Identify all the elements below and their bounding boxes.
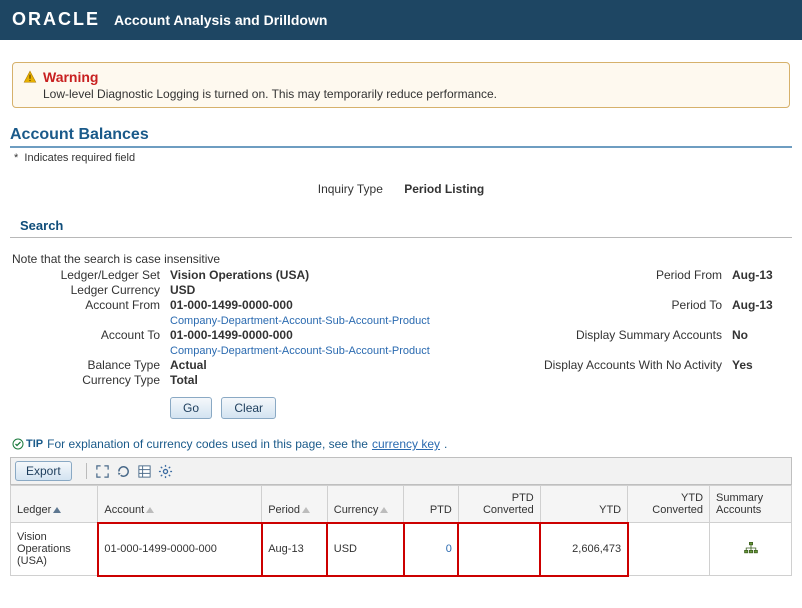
- cell-period: Aug-13: [262, 523, 328, 576]
- hierarchy-icon[interactable]: [743, 546, 759, 558]
- search-case-note: Note that the search is case insensitive: [12, 252, 792, 266]
- tip-row: TIP For explanation of currency codes us…: [12, 437, 792, 451]
- toolbar-separator: [86, 463, 87, 479]
- tip-text: For explanation of currency codes used i…: [47, 437, 368, 451]
- account-from-value: 01-000-1499-0000-000: [170, 298, 470, 312]
- tip-badge-text: TIP: [26, 438, 43, 450]
- cell-ptd[interactable]: 0: [404, 523, 459, 576]
- col-ytd[interactable]: YTD: [540, 486, 627, 523]
- col-summary[interactable]: Summary Accounts: [710, 486, 792, 523]
- tip-badge: TIP: [12, 438, 43, 450]
- go-button[interactable]: Go: [170, 397, 212, 419]
- sort-icon: [146, 507, 154, 513]
- table-row: Vision Operations (USA) 01-000-1499-0000…: [11, 523, 792, 576]
- required-note-text: Indicates required field: [24, 152, 135, 164]
- oracle-logo: ORACLE: [12, 9, 100, 30]
- ledger-currency-label: Ledger Currency: [10, 283, 160, 297]
- col-currency[interactable]: Currency: [327, 486, 403, 523]
- content-area: Warning Low-level Diagnostic Logging is …: [0, 40, 802, 586]
- cell-account: 01-000-1499-0000-000: [98, 523, 262, 576]
- sort-icon: [302, 507, 310, 513]
- inquiry-type-label: Inquiry Type: [318, 182, 383, 196]
- display-noactivity-label: Display Accounts With No Activity: [502, 358, 722, 372]
- gear-icon[interactable]: [158, 464, 173, 479]
- period-to-value: Aug-13: [732, 298, 792, 312]
- warning-box: Warning Low-level Diagnostic Logging is …: [12, 62, 790, 108]
- inquiry-type-value: Period Listing: [404, 182, 484, 196]
- period-to-label: Period To: [502, 298, 722, 312]
- col-ptd[interactable]: PTD: [404, 486, 459, 523]
- table-header-row: Ledger Account Period Currency PTD PTD C…: [11, 486, 792, 523]
- currency-key-link[interactable]: currency key: [372, 437, 440, 451]
- balance-type-label: Balance Type: [10, 358, 160, 372]
- export-button[interactable]: Export: [15, 461, 72, 481]
- sort-asc-icon: [53, 507, 61, 513]
- currency-type-label: Currency Type: [10, 373, 160, 387]
- account-to-label: Account To: [10, 328, 160, 342]
- inquiry-row: Inquiry Type Period Listing: [10, 182, 792, 196]
- col-ptd-conv[interactable]: PTD Converted: [458, 486, 540, 523]
- clear-button[interactable]: Clear: [221, 397, 276, 419]
- warning-title-row: Warning: [23, 69, 779, 85]
- account-from-label: Account From: [10, 298, 160, 312]
- warning-title: Warning: [43, 69, 98, 85]
- display-noactivity-value: Yes: [732, 358, 792, 372]
- period-from-label: Period From: [502, 268, 722, 282]
- warning-icon: [23, 70, 37, 84]
- search-right-grid: Period From Aug-13 Period To Aug-13 Disp…: [502, 268, 792, 387]
- search-button-row: Go Clear: [170, 397, 792, 419]
- col-ytd-conv[interactable]: YTD Converted: [628, 486, 710, 523]
- page-title: Account Analysis and Drilldown: [114, 12, 327, 28]
- account-to-hint[interactable]: Company-Department-Account-Sub-Account-P…: [170, 345, 430, 357]
- table-toolbar: Export: [10, 457, 792, 485]
- display-summary-label: Display Summary Accounts: [502, 328, 722, 342]
- currency-type-value: Total: [170, 373, 470, 387]
- warning-message: Low-level Diagnostic Logging is turned o…: [43, 87, 779, 101]
- balance-type-value: Actual: [170, 358, 470, 372]
- cell-ytd: 2,606,473: [540, 523, 627, 576]
- period-from-value: Aug-13: [732, 268, 792, 282]
- cell-ytd-conv: [628, 523, 710, 576]
- account-from-hint[interactable]: Company-Department-Account-Sub-Account-P…: [170, 315, 430, 327]
- col-period[interactable]: Period: [262, 486, 328, 523]
- sort-icon: [380, 507, 388, 513]
- col-ledger[interactable]: Ledger: [11, 486, 98, 523]
- app-header: ORACLE Account Analysis and Drilldown: [0, 0, 802, 40]
- ledger-currency-value: USD: [170, 283, 470, 297]
- search-section-header: Search: [10, 214, 792, 238]
- col-account[interactable]: Account: [98, 486, 262, 523]
- search-left-grid: Ledger/Ledger Set Vision Operations (USA…: [10, 268, 470, 387]
- ledger-set-label: Ledger/Ledger Set: [10, 268, 160, 282]
- sheet-icon[interactable]: [137, 464, 152, 479]
- expand-icon[interactable]: [95, 464, 110, 479]
- cell-ptd-conv: [458, 523, 540, 576]
- cell-summary[interactable]: [710, 523, 792, 576]
- display-summary-value: No: [732, 328, 792, 342]
- cell-currency: USD: [327, 523, 403, 576]
- check-icon: [12, 438, 24, 450]
- ledger-set-value: Vision Operations (USA): [170, 268, 470, 282]
- required-note: * Indicates required field: [14, 152, 792, 164]
- cell-ledger: Vision Operations (USA): [11, 523, 98, 576]
- search-body: Ledger/Ledger Set Vision Operations (USA…: [10, 268, 792, 387]
- section-title: Account Balances: [10, 126, 792, 148]
- results-table: Ledger Account Period Currency PTD PTD C…: [10, 485, 792, 576]
- refresh-icon[interactable]: [116, 464, 131, 479]
- account-to-value: 01-000-1499-0000-000: [170, 328, 470, 342]
